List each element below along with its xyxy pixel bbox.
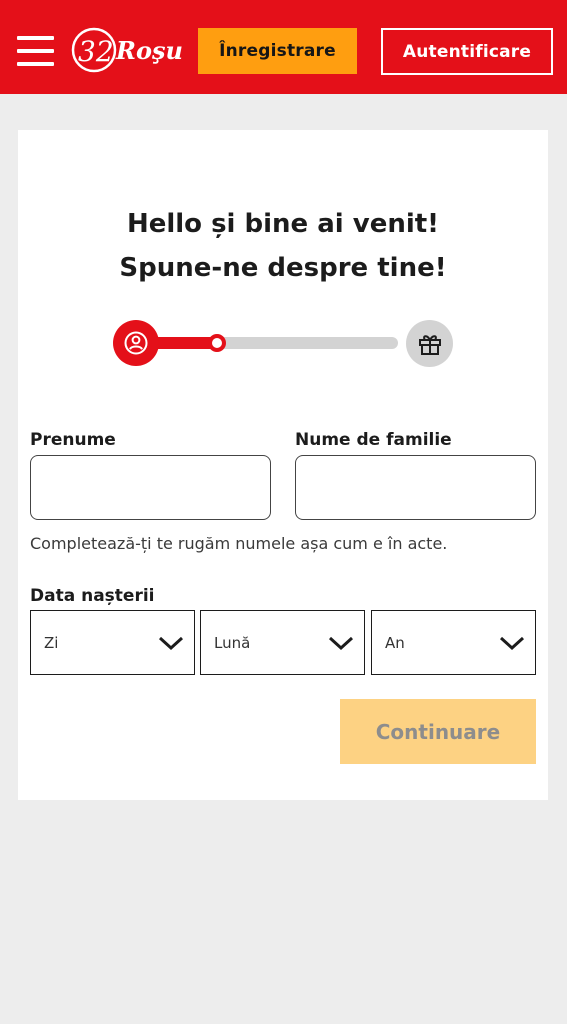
last-name-input[interactable] <box>295 455 536 520</box>
top-header: 32 Roşu Înregistrare Autentificare <box>0 0 567 94</box>
brand-logo[interactable]: 32 Roşu <box>70 27 188 75</box>
progress-knob <box>208 334 226 352</box>
first-name-input[interactable] <box>30 455 271 520</box>
progress-step-end <box>406 320 453 367</box>
birth-month-select[interactable]: Lună <box>200 610 365 675</box>
first-name-label: Prenume <box>30 430 116 450</box>
last-name-label: Nume de familie <box>295 430 452 450</box>
chevron-down-icon <box>158 636 184 650</box>
register-button[interactable]: Înregistrare <box>198 28 357 74</box>
user-icon <box>124 331 148 355</box>
chevron-down-icon <box>499 636 525 650</box>
title-line-1: Hello și bine ai venit! <box>126 209 440 239</box>
title-line-2: Spune-ne despre tine! <box>119 253 447 283</box>
birth-year-value: An <box>385 633 405 652</box>
login-button[interactable]: Autentificare <box>381 28 553 75</box>
birthdate-label: Data nașterii <box>30 586 155 606</box>
progress-step-start <box>113 320 159 366</box>
svg-text:Roşu: Roşu <box>115 36 183 65</box>
name-hint: Completează-ți te rugăm numele așa cum e… <box>30 534 448 553</box>
birth-year-select[interactable]: An <box>371 610 536 675</box>
gift-icon <box>418 334 441 355</box>
birth-day-select[interactable]: Zi <box>30 610 195 675</box>
birth-month-value: Lună <box>214 633 251 652</box>
continue-button[interactable]: Continuare <box>340 699 536 764</box>
hamburger-icon[interactable] <box>17 36 54 66</box>
signup-card: Hello și bine ai venit! Spune-ne despre … <box>18 130 548 800</box>
chevron-down-icon <box>328 636 354 650</box>
birth-day-value: Zi <box>44 633 59 652</box>
page-title: Hello și bine ai venit! Spune-ne despre … <box>18 202 548 290</box>
svg-text:32: 32 <box>78 35 114 68</box>
logo-graphic: 32 Roşu <box>71 27 183 73</box>
